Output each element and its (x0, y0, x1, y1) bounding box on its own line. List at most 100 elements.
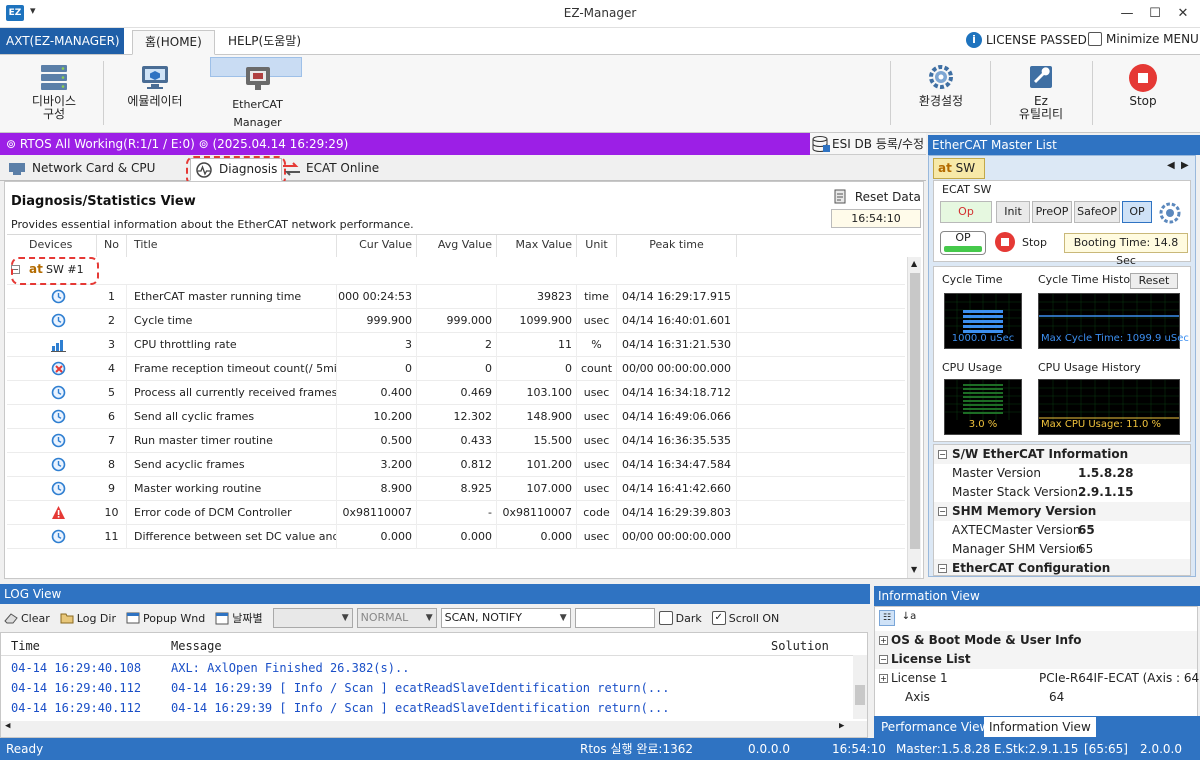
table-row[interactable]: 5 Process all currently received frames 0.… (7, 381, 905, 405)
maximize-button[interactable]: ☐ (1144, 4, 1166, 24)
state-init-button[interactable]: Init (996, 201, 1030, 223)
emulator-button[interactable]: 에뮬레이터 (112, 57, 198, 129)
cycle-reset-button[interactable]: Reset (1130, 273, 1178, 289)
col-avg-value[interactable]: Avg Value (417, 235, 497, 257)
table-row[interactable]: 9 Master working routine 8.900 8.925 107.000… (7, 477, 905, 501)
col-title[interactable]: Title (127, 235, 337, 257)
collapse-icon[interactable]: − (938, 507, 947, 516)
log-horizontal-scrollbar[interactable]: ◀ ▶ (1, 721, 867, 737)
col-max-value[interactable]: Max Value (497, 235, 577, 257)
col-devices[interactable]: Devices (7, 235, 97, 257)
log-filter-select[interactable]: SCAN, NOTIFY ▼ (440, 608, 571, 628)
popup-wnd-button[interactable]: Popup Wnd (126, 612, 205, 625)
scroll-down-icon[interactable]: ▼ (911, 565, 917, 574)
collapse-icon[interactable]: − (879, 655, 888, 664)
config-info-section[interactable]: − EtherCAT Configuration (934, 559, 1190, 575)
log-scrollbar-thumb[interactable] (855, 685, 865, 705)
expand-icon[interactable]: + (879, 674, 888, 683)
minimize-menu-checkbox[interactable] (1088, 32, 1102, 46)
cell-avg: - (417, 501, 497, 525)
dark-checkbox[interactable] (658, 611, 673, 625)
license-list-section[interactable]: − License List (875, 650, 1197, 669)
table-row[interactable]: 8 Send acyclic frames 3.200 0.812 101.200 use… (7, 453, 905, 477)
table-row[interactable]: 4 Frame reception timeout count(/ 5min.) 0… (7, 357, 905, 381)
expand-icon[interactable]: + (879, 636, 888, 645)
tab-help[interactable]: HELP(도움말) (216, 30, 313, 55)
stop-master-button[interactable]: Stop (994, 231, 1047, 253)
table-row[interactable]: 11Difference between set DC value and a.… (7, 525, 905, 549)
cell-max: 0x98110007 (497, 501, 577, 525)
ez-utility-dropdown[interactable]: Ez 유틸리티 (996, 57, 1086, 129)
col-unit[interactable]: Unit (577, 235, 617, 257)
tab-scroll-left-icon[interactable]: ◀ (1167, 160, 1175, 171)
log-vertical-scrollbar[interactable] (853, 655, 867, 719)
settings-button[interactable]: 환경설정 (898, 57, 984, 129)
cell-title: Error code of DCM Controller (127, 501, 337, 525)
tab-ecat-online[interactable]: ECAT Online (278, 158, 382, 181)
dark-toggle[interactable]: Dark (658, 611, 702, 625)
date-select[interactable]: ▼ (272, 608, 353, 628)
state-preop-button[interactable]: PreOP (1032, 201, 1072, 223)
os-boot-section[interactable]: + OS & Boot Mode & User Info (875, 631, 1197, 650)
col-no[interactable]: No (97, 235, 127, 257)
esi-db-button[interactable]: ESI DB 등록/수정 (810, 133, 926, 155)
window-title: EZ-Manager (563, 6, 637, 20)
ecat-settings-icon[interactable] (1158, 201, 1182, 228)
table-row[interactable]: 10 Error code of DCM Controller 0x98110007… (7, 501, 905, 525)
log-col-time[interactable]: Time (11, 639, 40, 653)
log-col-message[interactable]: Message (171, 639, 222, 653)
tab-network-card[interactable]: Network Card & CPU Assign (4, 158, 190, 196)
state-op-button[interactable]: OP (1122, 201, 1152, 223)
cpu-history-monitor: Max CPU Usage: 11.0 % (1038, 379, 1180, 435)
stop-button[interactable]: Stop (1100, 57, 1186, 129)
app-menu-tab[interactable]: AXT(EZ-MANAGER) (0, 28, 124, 54)
table-row[interactable]: 6 Send all cyclic frames 10.200 12.302 148.9… (7, 405, 905, 429)
state-safeop-button[interactable]: SafeOP (1074, 201, 1120, 223)
log-col-solution[interactable]: Solution (771, 639, 829, 653)
clock-icon (51, 385, 66, 400)
log-dir-button[interactable]: Log Dir (60, 612, 116, 625)
collapse-icon[interactable]: − (938, 450, 947, 459)
close-button[interactable]: ✕ (1172, 4, 1194, 24)
log-level-select[interactable]: NORMAL ▼ (356, 608, 437, 628)
cell-cur: 3 (337, 333, 417, 357)
table-row[interactable]: 7 Run master timer routine 0.500 0.433 15.50… (7, 429, 905, 453)
table-row[interactable]: 2 Cycle time 999.900 999.000 1099.900 usec 04/… (7, 309, 905, 333)
scrollbar-thumb[interactable] (910, 273, 920, 549)
vertical-scrollbar[interactable]: ▲ ▼ (907, 257, 921, 578)
log-search-input[interactable] (574, 608, 655, 628)
rtos-status-bar: ⊚ RTOS All Working(R:1/1 / E:0) ⊚ (2025.… (0, 133, 810, 155)
minimize-menu-toggle[interactable]: Minimize MENU (1088, 32, 1199, 46)
minimize-button[interactable]: — (1116, 4, 1138, 24)
col-peak-time[interactable]: Peak time (617, 235, 737, 257)
state-op-current[interactable]: Op (940, 201, 992, 223)
sw-info-section[interactable]: − S/W EtherCAT Information (934, 445, 1190, 464)
quick-access-dropdown[interactable]: ▾ (30, 4, 36, 17)
device-group-row[interactable]: − at SW #1 (7, 257, 905, 285)
sort-az-icon[interactable]: ↓a (901, 610, 917, 626)
col-cur-value[interactable]: Cur Value (337, 235, 417, 257)
scroll-on-toggle[interactable]: ✓ Scroll ON (711, 611, 779, 625)
table-row[interactable]: 3 CPU throttling rate 3 2 11% 04/14 16:31:21.… (7, 333, 905, 357)
shm-info-section[interactable]: − SHM Memory Version (934, 502, 1190, 521)
tab-scroll-right-icon[interactable]: ▶ (1181, 160, 1189, 171)
date-filter-button[interactable]: 날짜별 (215, 610, 263, 626)
device-highlight (11, 257, 99, 285)
master-tab-sw[interactable]: at SW (933, 158, 985, 179)
tab-performance-view[interactable]: Performance View (876, 717, 994, 737)
scroll-on-checkbox[interactable]: ✓ (711, 611, 726, 625)
log-clear-button[interactable]: Clear (4, 612, 50, 625)
reset-data-button[interactable]: Reset Data (833, 188, 921, 207)
ethercat-manager-button[interactable]: EtherCAT Manager (210, 57, 302, 129)
scroll-right-icon[interactable]: ▶ (839, 721, 844, 731)
collapse-icon[interactable]: − (938, 564, 947, 573)
categorized-icon[interactable]: ☷ (879, 610, 895, 626)
table-row[interactable]: 1 EtherCAT master running time 000 00:24:5… (7, 285, 905, 309)
scroll-left-icon[interactable]: ◀ (5, 721, 10, 731)
cell-cur: 0.000 (337, 525, 417, 549)
tab-home[interactable]: 홈(HOME) (132, 30, 215, 55)
cell-peak: 04/14 16:29:39.803 (617, 501, 737, 525)
scroll-up-icon[interactable]: ▲ (911, 259, 917, 268)
tab-information-view[interactable]: Information View (984, 717, 1096, 737)
device-config-button[interactable]: 디바이스 구성 (12, 57, 96, 129)
